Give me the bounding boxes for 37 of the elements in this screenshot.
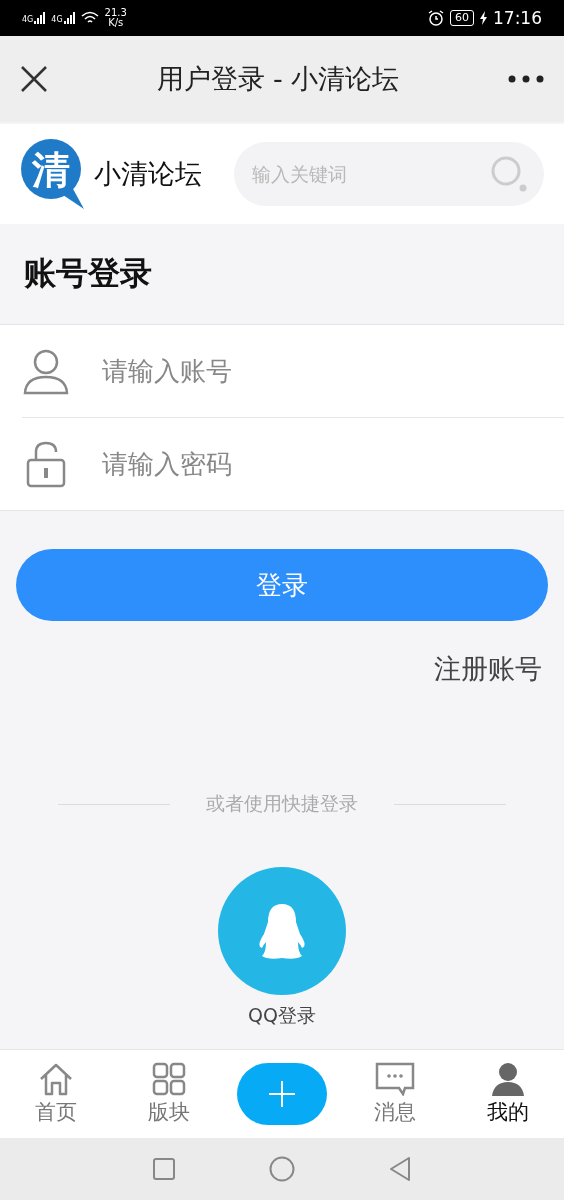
back-icon[interactable] [389, 1157, 411, 1181]
input-field[interactable]: 请输入账号 [102, 350, 564, 392]
tab[interactable]: 版块 [112, 1050, 226, 1138]
wifi-icon [80, 11, 99, 25]
tab[interactable]: 首页 [0, 1050, 113, 1138]
site-name: 小清论坛 [94, 157, 203, 191]
login-button[interactable]: 登录 [16, 549, 548, 621]
chat-icon [374, 1062, 415, 1096]
section-title: 账号登录 [23, 253, 153, 294]
network-label: 4G [22, 15, 34, 24]
recent-apps-icon[interactable] [153, 1158, 175, 1180]
signal-icon [34, 12, 46, 24]
signal-icon [63, 12, 75, 24]
charging-icon [480, 11, 487, 25]
speed-value: 21.3 [104, 8, 127, 18]
tab[interactable]: 我的 [451, 1050, 564, 1138]
input-field[interactable]: 请输入密码 [102, 443, 564, 485]
register-link[interactable]: 注册账号 [434, 651, 542, 687]
person-icon [489, 1062, 526, 1096]
grid-icon [152, 1062, 187, 1096]
plus-icon [269, 1081, 295, 1107]
alarm-icon [428, 10, 444, 26]
search-field[interactable]: 输入关键词 [234, 142, 544, 206]
battery-level: 60 [450, 10, 474, 26]
home-button-icon[interactable] [269, 1156, 295, 1182]
close-icon[interactable] [20, 65, 48, 93]
network-label: 4G [51, 15, 63, 24]
divider-text: 或者使用快捷登录 [206, 791, 358, 816]
qq-login-label: QQ登录 [248, 1003, 316, 1028]
search-icon [490, 155, 528, 193]
clock: 17:16 [493, 8, 542, 28]
window-title: 用户登录 - 小清论坛 [155, 62, 401, 96]
tab[interactable]: 消息 [338, 1050, 452, 1138]
speed-unit: K/s [108, 18, 124, 28]
penguin-icon [256, 902, 308, 960]
user-icon [22, 347, 70, 395]
more-icon[interactable] [508, 75, 544, 83]
